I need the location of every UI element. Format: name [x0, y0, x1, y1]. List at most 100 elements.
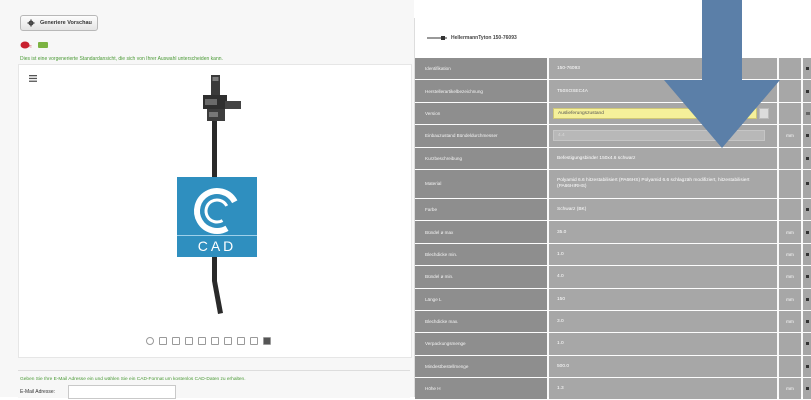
property-value: 1.0	[549, 333, 777, 355]
property-unit: mm	[779, 243, 801, 266]
email-section: Geben Sie Ihre E-Mail Adresse ein und wä…	[18, 370, 410, 399]
lock-cell[interactable]	[803, 288, 811, 310]
lock-cell[interactable]	[803, 310, 811, 333]
property-label: Identifikation	[415, 58, 547, 80]
lock-icon	[806, 134, 809, 138]
property-value: 1.0	[549, 243, 777, 266]
property-value: 1.3	[549, 378, 777, 400]
view-front-icon[interactable]	[185, 337, 193, 345]
lock-cell[interactable]	[803, 243, 811, 266]
lock-cell[interactable]	[803, 266, 811, 288]
property-unit	[779, 80, 801, 102]
email-label: E-Mail Adresse:	[20, 389, 56, 395]
property-label: Mindestbestellmenge	[415, 355, 547, 378]
cad-logo: CAD	[177, 177, 257, 257]
lock-cell[interactable]	[803, 221, 811, 243]
property-value: Schwarz (BK)	[549, 198, 777, 221]
view-cube-icon[interactable]	[159, 337, 167, 345]
property-label: Blechdicke max.	[415, 310, 547, 333]
gear-icon	[27, 19, 35, 27]
left-panel: Generiere Vorschau ≈ Dies ist eine vorge…	[0, 0, 414, 399]
lock-icon	[806, 67, 809, 71]
property-label: Version	[415, 102, 547, 125]
cad-logo-text: CAD	[197, 238, 237, 254]
property-unit: mm	[779, 310, 801, 333]
options-cell[interactable]	[803, 102, 811, 125]
property-value: 35.0	[549, 221, 777, 243]
property-label: Länge L	[415, 288, 547, 310]
property-value: Polyamid 6.6 hitzestabilisiert (PA66HS) …	[549, 169, 777, 198]
property-value: Befestigungsbinder 150x4.6 schwarz	[549, 147, 777, 169]
cad-3d-viewer[interactable]: CAD	[18, 64, 412, 358]
lock-icon	[806, 208, 809, 212]
lock-cell[interactable]	[803, 378, 811, 400]
lock-icon	[806, 297, 809, 301]
view-toolbar	[146, 337, 271, 345]
menu-icon[interactable]	[29, 75, 37, 82]
lock-cell[interactable]	[803, 355, 811, 378]
view-top-icon[interactable]	[198, 337, 206, 345]
view-fit-icon[interactable]	[146, 337, 154, 345]
property-value: 500.0	[549, 355, 777, 378]
lock-icon	[806, 275, 809, 279]
property-label: Material	[415, 169, 547, 198]
property-unit: mm	[779, 221, 801, 243]
lock-cell[interactable]	[803, 198, 811, 221]
generate-preview-label: Generiere Vorschau	[40, 20, 92, 26]
view-solid-icon[interactable]	[263, 337, 271, 345]
view-wire-icon[interactable]	[250, 337, 258, 345]
green-logo-icon	[38, 42, 48, 48]
generate-preview-button[interactable]: Generiere Vorschau	[20, 15, 98, 31]
property-unit	[779, 333, 801, 355]
lock-icon	[806, 230, 809, 234]
property-label: Farbe	[415, 198, 547, 221]
lock-icon	[806, 320, 809, 324]
svg-text:≈: ≈	[29, 44, 32, 49]
lock-icon	[806, 342, 809, 346]
lock-cell[interactable]	[803, 125, 811, 147]
table-row: Kurzbeschreibung Befestigungsbinder 150x…	[415, 147, 811, 170]
table-row: Mindestbestellmenge 500.0	[415, 355, 811, 379]
table-row: Verpackungsmenge 1.0	[415, 333, 811, 356]
lock-cell[interactable]	[803, 58, 811, 80]
property-label: Bündel ø max	[415, 221, 547, 243]
property-value: 3.0	[549, 310, 777, 333]
property-label: Höhe H	[415, 378, 547, 400]
lock-icon	[806, 364, 809, 368]
property-unit	[779, 58, 801, 80]
property-label: Herstellerartikelbezeichnung	[415, 80, 547, 102]
product-title-wrap: HellermannTyton 150-76093	[427, 35, 517, 41]
view-side-icon[interactable]	[211, 337, 219, 345]
view-measure-icon[interactable]	[172, 337, 180, 345]
options-icon	[805, 111, 810, 115]
table-row: Bündel ø max 35.0 mm	[415, 221, 811, 244]
property-label: Verpackungsmenge	[415, 333, 547, 355]
table-row: Länge L 150 mm	[415, 288, 811, 311]
preview-notice: Dies ist eine vorgenerierte Standardansi…	[20, 56, 223, 62]
property-unit	[779, 147, 801, 169]
manufacturer-logo-icon: ≈	[20, 41, 32, 49]
table-row: Bündel ø min. 4.0 mm	[415, 266, 811, 289]
view-shaded-icon[interactable]	[237, 337, 245, 345]
lock-icon	[806, 387, 809, 391]
property-label: Kurzbeschreibung	[415, 147, 547, 169]
property-unit: mm	[779, 378, 801, 400]
property-unit: mm	[779, 288, 801, 310]
down-arrow-icon	[664, 0, 780, 148]
lock-cell[interactable]	[803, 169, 811, 198]
property-value: 150	[549, 288, 777, 310]
lock-cell[interactable]	[803, 147, 811, 169]
lock-cell[interactable]	[803, 333, 811, 355]
table-row: Material Polyamid 6.6 hitzestabilisiert …	[415, 169, 811, 199]
property-unit	[779, 355, 801, 378]
lock-icon	[806, 89, 809, 93]
property-label: Bündel ø min.	[415, 266, 547, 288]
view-iso-icon[interactable]	[224, 337, 232, 345]
lock-icon	[806, 156, 809, 160]
cable-tie-icon	[427, 36, 447, 40]
property-unit: mm	[779, 125, 801, 147]
lock-cell[interactable]	[803, 80, 811, 102]
lock-icon	[806, 252, 809, 256]
property-label: Blechdicke min.	[415, 243, 547, 266]
property-unit	[779, 169, 801, 198]
